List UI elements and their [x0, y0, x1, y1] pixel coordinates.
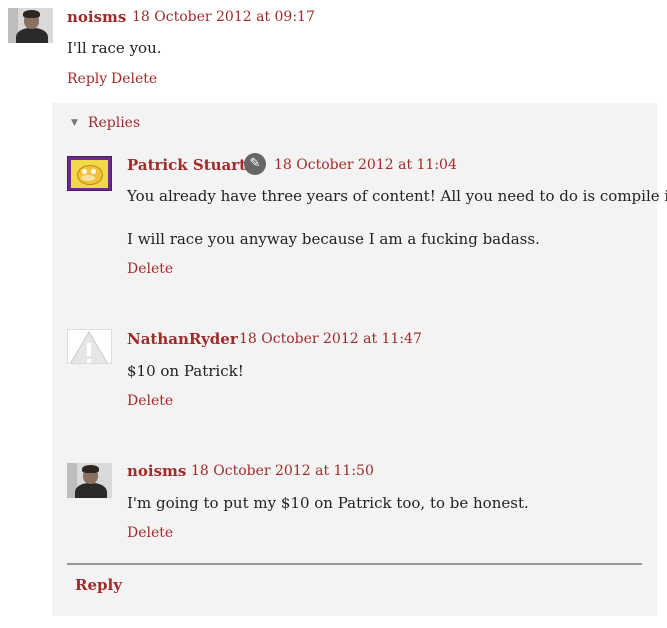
comment-timestamp[interactable]: 18 October 2012 at 11:47: [239, 331, 422, 347]
comment-text: $10 on Patrick!: [127, 362, 244, 380]
comment-top: noisms 18 October 2012 at 09:17 I'll rac…: [0, 0, 667, 100]
avatar[interactable]: [67, 329, 112, 364]
avatar[interactable]: [8, 8, 53, 43]
delete-link[interactable]: Delete: [127, 525, 173, 541]
comment-text: I'll race you.: [67, 39, 162, 57]
delete-link[interactable]: Delete: [111, 71, 157, 87]
comment-text: I will race you anyway because I am a fu…: [127, 230, 540, 248]
replies-toggle-label: Replies: [87, 115, 141, 131]
warning-icon: [70, 331, 108, 363]
replies-toggle[interactable]: ▼ Replies: [71, 115, 140, 131]
comment-author[interactable]: Patrick Stuart: [127, 156, 246, 174]
comment-timestamp[interactable]: 18 October 2012 at 09:17: [132, 9, 315, 25]
reply-button[interactable]: Reply: [75, 576, 122, 594]
comment-author[interactable]: noisms: [67, 8, 126, 26]
comment-author[interactable]: NathanRyder: [127, 330, 238, 348]
delete-link[interactable]: Delete: [127, 393, 173, 409]
comment-author[interactable]: noisms: [127, 462, 186, 480]
delete-link[interactable]: Delete: [127, 261, 173, 277]
triangle-down-icon: ▼: [71, 118, 78, 128]
comment-timestamp[interactable]: 18 October 2012 at 11:04: [274, 157, 457, 173]
reply-link[interactable]: Reply: [67, 71, 107, 87]
avatar[interactable]: [67, 463, 112, 498]
replies-thread: ▼ Replies Patrick Stuart ✎ 18 October 201…: [52, 103, 667, 616]
avatar[interactable]: [67, 156, 112, 191]
divider: [67, 563, 642, 565]
comment-text: I'm going to put my $10 on Patrick too, …: [127, 494, 529, 512]
pencil-icon: ✎: [244, 153, 266, 175]
comment-timestamp[interactable]: 18 October 2012 at 11:50: [191, 463, 374, 479]
comment-text: You already have three years of content!…: [127, 187, 667, 205]
